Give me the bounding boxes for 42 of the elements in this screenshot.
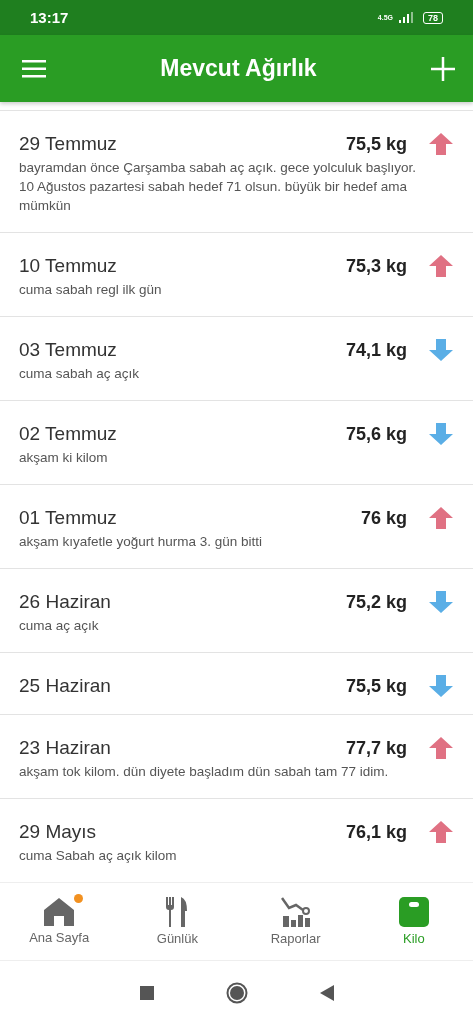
back-button[interactable] — [319, 984, 334, 1001]
entry-date: 29 Temmuz — [19, 133, 118, 155]
entry-weight: 75,6 kg — [345, 423, 407, 445]
entry-date: 10 Temmuz — [19, 255, 118, 277]
entry-note: akşam kıyafetle yoğurt hurma 3. gün bitti — [19, 533, 264, 551]
entry-note: akşam tok kilom. dün diyete başladım dün sabah tam 77 idim. — [19, 763, 390, 781]
entry-weight: 75,2 kg — [345, 591, 407, 613]
menu-button[interactable] — [22, 59, 46, 78]
nav-tab[interactable]: Raporlar — [236, 883, 355, 960]
entry-note: akşam ki kilom — [19, 449, 109, 467]
entry-date: 26 Haziran — [19, 591, 112, 613]
battery-level: 78 — [423, 11, 443, 24]
screen-title: Mevcut Ağırlık — [160, 55, 317, 82]
bar-chart-icon — [280, 897, 311, 927]
add-button[interactable] — [431, 56, 455, 81]
entry-date: 01 Temmuz — [19, 507, 118, 529]
recents-button[interactable] — [139, 985, 154, 1000]
entry-weight: 75,3 kg — [345, 255, 407, 277]
fork-knife-icon — [165, 897, 190, 927]
scale-icon — [398, 897, 429, 927]
entry-weight: 77,7 kg — [345, 737, 407, 759]
entry-weight: 76 kg — [360, 507, 407, 529]
entry-weight: 74,1 kg — [345, 339, 407, 361]
entry-date: 03 Temmuz — [19, 339, 118, 361]
entry-note: cuma Sabah aç açık kilom — [19, 847, 178, 865]
entry-weight: 76,1 kg — [345, 821, 407, 843]
house-icon — [44, 898, 75, 926]
entry-weight: 75,5 kg — [345, 675, 407, 697]
entry-note: bayramdan önce Çarşamba sabah aç açık. gece yolculuk başlıyor. 10 Ağustos pazartesi sabah hedef 71 olsun. büyük bir hedef ama mümkün — [19, 159, 417, 215]
home-button[interactable] — [225, 981, 248, 1004]
nav-tab[interactable]: Ana Sayfa — [0, 883, 119, 960]
entry-note: cuma sabah regl ilk gün — [19, 281, 163, 299]
nav-tab[interactable]: Günlük — [118, 883, 237, 960]
entry-note: cuma sabah aç açık — [19, 365, 141, 383]
nav-tab[interactable]: Kilo — [354, 883, 473, 960]
entry-date: 23 Haziran — [19, 737, 112, 759]
entry-weight: 75,5 kg — [345, 133, 407, 155]
entry-date: 29 Mayıs — [19, 821, 98, 843]
entry-date: 02 Temmuz — [19, 423, 118, 445]
status-time: 13:17 — [30, 9, 69, 26]
entry-date: 25 Haziran — [19, 675, 112, 697]
entry-note: cuma aç açık — [19, 617, 100, 635]
